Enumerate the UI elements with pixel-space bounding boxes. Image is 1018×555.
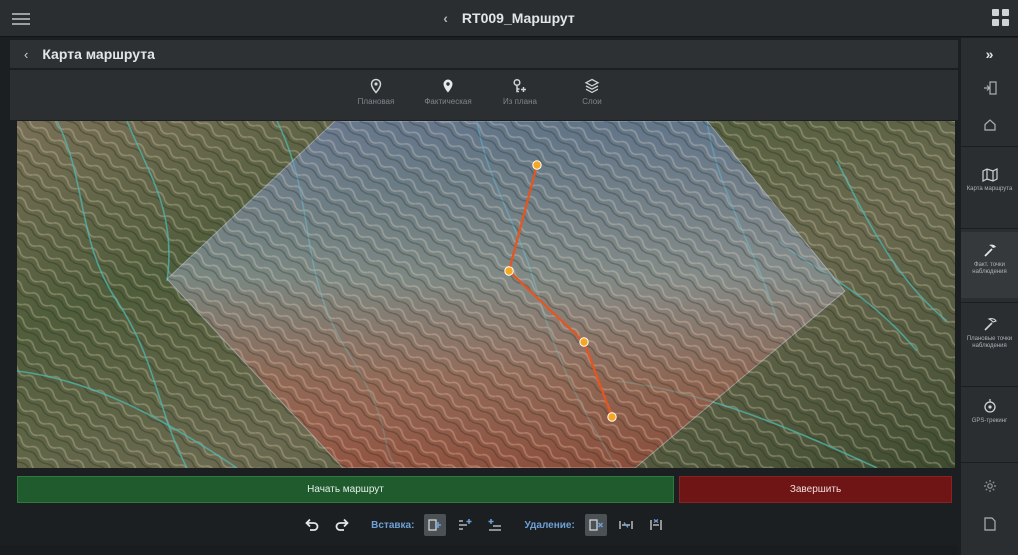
finish-button[interactable]: Завершить [679, 476, 952, 503]
insert-point-start-button[interactable] [484, 514, 506, 536]
sidebar-item-label: GPS-трекинг [971, 418, 1008, 424]
delete-point-icon [589, 519, 603, 531]
status-strip [0, 545, 958, 555]
redo-button[interactable] [331, 514, 353, 536]
delete-segment-button[interactable] [615, 514, 637, 536]
collapse-icon: » [985, 46, 994, 62]
exit-icon [983, 81, 997, 95]
insert-point-end-button[interactable] [424, 514, 447, 536]
insert-point-between-icon [459, 519, 472, 530]
page-header: ‹ Карта маршрута [10, 40, 958, 68]
app-bar: ‹ RT009_Маршрут [0, 0, 1018, 37]
sidebar-item-planned-points[interactable]: Плановые точки наблюдения [961, 306, 1018, 382]
route-map[interactable] [17, 121, 955, 468]
app-title-row: ‹ RT009_Маршрут [0, 0, 1018, 36]
notes-button[interactable] [961, 512, 1018, 536]
layers-icon [584, 78, 600, 94]
home-icon [983, 119, 996, 131]
pick-hammer-icon [983, 244, 996, 257]
layers-label: Слои [582, 97, 602, 106]
key-plus-icon [513, 78, 526, 93]
planned-points-label: Плановая [357, 97, 395, 106]
undo-button[interactable] [301, 514, 323, 536]
insert-label: Вставка: [371, 519, 415, 531]
map-toolbar: Плановая Фактическая Из плана Слои [10, 70, 958, 120]
sidebar-item-actual-points[interactable]: Факт. точки наблюдения [961, 232, 1018, 298]
collapse-sidebar-button[interactable]: » [961, 42, 1018, 66]
sidebar-item-gps[interactable]: GPS-трекинг [961, 390, 1018, 456]
from-plan-label: Из плана [503, 97, 537, 106]
layers-tool[interactable]: Слои [566, 78, 618, 120]
exit-button[interactable] [961, 76, 1018, 100]
insert-point-between-button[interactable] [454, 514, 476, 536]
from-plan-tool[interactable]: Из плана [494, 78, 546, 120]
route-point[interactable] [579, 337, 589, 347]
route-point[interactable] [532, 160, 542, 170]
home-button[interactable] [961, 112, 1018, 138]
sidebar-item-label: Факт. точки наблюдения [972, 262, 1007, 275]
page-title: Карта маршрута [42, 46, 155, 62]
map-pin-outline-icon [370, 78, 382, 94]
actual-points-tool[interactable]: Фактическая [422, 78, 474, 120]
insert-point-end-icon [428, 519, 442, 531]
edit-toolbar: Вставка: Удаление: [10, 508, 958, 542]
delete-point-button[interactable] [584, 514, 607, 536]
page-back-button[interactable]: ‹ [24, 47, 28, 62]
actual-points-label: Фактическая [424, 97, 472, 106]
note-icon [983, 517, 996, 531]
settings-button[interactable] [961, 474, 1018, 498]
redo-icon [335, 518, 349, 531]
delete-segment-icon [619, 521, 633, 529]
sidebar-divider [961, 146, 1018, 147]
map-icon [981, 168, 998, 182]
gps-tracking-icon [983, 399, 996, 413]
delete-label: Удаление: [524, 519, 575, 531]
app-back-button[interactable]: ‹ [443, 10, 448, 26]
sidebar-item-route-map[interactable]: Карта маршрута [961, 158, 1018, 224]
sidebar-item-label: Плановые точки наблюдения [966, 336, 1013, 349]
route-point[interactable] [504, 266, 514, 276]
sidebar-divider [961, 228, 1018, 229]
gear-icon [983, 480, 996, 492]
delete-all-points-button[interactable] [645, 514, 667, 536]
undo-icon [305, 518, 319, 531]
sidebar-divider [961, 302, 1018, 303]
map-pin-filled-icon [443, 79, 453, 93]
pick-hammer-outline-icon [983, 318, 997, 331]
sidebar-divider [961, 386, 1018, 387]
route-point[interactable] [607, 412, 617, 422]
app-title: RT009_Маршрут [461, 10, 575, 26]
sidebar-item-label: Карта маршрута [966, 186, 1013, 192]
start-route-button[interactable]: Начать маршрут [17, 476, 674, 503]
delete-all-points-icon [650, 518, 662, 530]
insert-point-start-icon [488, 519, 502, 531]
planned-points-tool[interactable]: Плановая [350, 78, 402, 120]
apps-grid-icon[interactable] [992, 9, 1010, 27]
map-canvas [17, 121, 955, 468]
sidebar-divider [961, 462, 1018, 463]
